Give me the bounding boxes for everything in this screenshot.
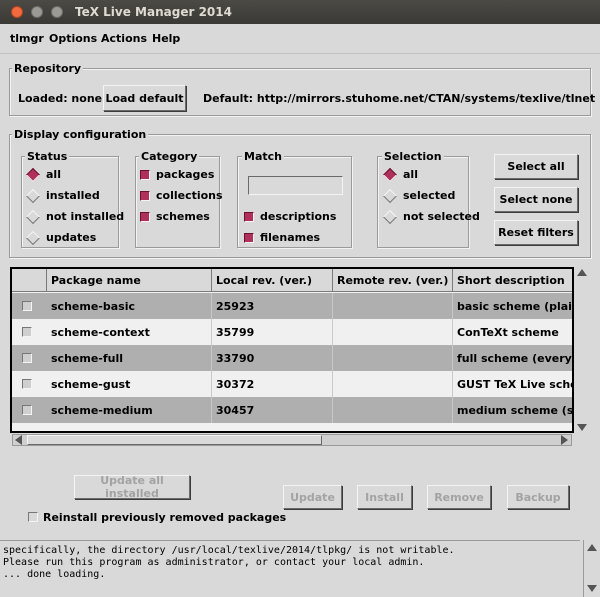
log-output[interactable]: specifically, the directory /usr/local/t… — [0, 540, 580, 597]
close-window-icon[interactable] — [11, 6, 23, 18]
status-updates-label: updates — [46, 231, 97, 244]
table-horizontal-scrollbar[interactable] — [12, 434, 572, 446]
short-description-cell: GUST TeX Live scheme — [453, 371, 572, 397]
scroll-left-arrow-icon[interactable] — [15, 435, 22, 445]
table-header-short-description[interactable]: Short description — [453, 269, 572, 292]
package-name-cell: scheme-basic — [47, 293, 212, 319]
log-line: Please run this program as administrator… — [3, 557, 425, 568]
category-packages-label: packages — [156, 168, 215, 181]
category-schemes-checkbox[interactable] — [140, 212, 150, 222]
selection-all-label: all — [403, 168, 418, 181]
display-configuration-legend: Display configuration — [12, 128, 149, 141]
minimize-window-icon[interactable] — [31, 6, 43, 18]
remote-rev-cell — [333, 371, 453, 397]
loaded-label: Loaded: none — [18, 92, 103, 105]
package-name-cell: scheme-gust — [47, 371, 212, 397]
selection-selected-label: selected — [403, 189, 456, 202]
table-header-remote-rev[interactable]: Remote rev. (ver.) — [333, 269, 453, 292]
remote-rev-cell — [333, 293, 453, 319]
remove-button[interactable]: Remove — [427, 485, 491, 509]
short-description-cell: medium scheme (small — [453, 397, 572, 423]
match-descriptions-label: descriptions — [260, 210, 337, 223]
menu-actions[interactable]: Actions — [101, 32, 147, 45]
window-title: TeX Live Manager 2014 — [75, 5, 232, 19]
package-name-cell: scheme-full — [47, 345, 212, 371]
backup-button[interactable]: Backup — [507, 485, 569, 509]
table-vertical-scrollbar[interactable] — [575, 267, 589, 433]
scroll-down-arrow-icon[interactable] — [577, 424, 587, 431]
short-description-cell: basic scheme (plain and — [453, 293, 572, 319]
row-select-checkbox[interactable] — [22, 405, 32, 415]
maximize-window-icon[interactable] — [51, 6, 63, 18]
local-rev-cell: 30457 — [212, 397, 333, 423]
status-not-installed-label: not installed — [46, 210, 125, 223]
package-name-cell: scheme-context — [47, 319, 212, 345]
category-packages-checkbox[interactable] — [140, 170, 150, 180]
match-filenames-checkbox[interactable] — [244, 233, 254, 243]
remote-rev-cell — [333, 397, 453, 423]
local-rev-cell: 25923 — [212, 293, 333, 319]
repository-legend: Repository — [12, 62, 84, 75]
row-select-checkbox[interactable] — [22, 301, 32, 311]
select-all-button[interactable]: Select all — [494, 154, 578, 179]
match-filenames-label: filenames — [260, 231, 321, 244]
table-header-package-name[interactable]: Package name — [47, 269, 212, 292]
log-vertical-scrollbar[interactable] — [583, 540, 600, 597]
install-button[interactable]: Install — [357, 485, 412, 509]
row-select-checkbox[interactable] — [22, 353, 32, 363]
category-collections-label: collections — [156, 189, 223, 202]
status-legend: Status — [25, 150, 70, 163]
status-installed-label: installed — [46, 189, 100, 202]
short-description-cell: ConTeXt scheme — [453, 319, 572, 345]
menu-options[interactable]: Options — [49, 32, 97, 45]
table-row[interactable]: scheme-basic 25923 basic scheme (plain a… — [12, 293, 572, 319]
reinstall-removed-label: Reinstall previously removed packages — [43, 511, 287, 524]
package-table: Package name Local rev. (ver.) Remote re… — [10, 267, 574, 433]
reinstall-removed-checkbox[interactable] — [28, 512, 38, 522]
remote-rev-cell — [333, 319, 453, 345]
update-all-installed-button[interactable]: Update all installed — [74, 474, 190, 500]
category-schemes-label: schemes — [156, 210, 210, 223]
category-collections-checkbox[interactable] — [140, 191, 150, 201]
log-scroll-down-arrow-icon[interactable] — [587, 585, 597, 592]
row-select-checkbox[interactable] — [22, 379, 32, 389]
local-rev-cell: 35799 — [212, 319, 333, 345]
log-scroll-up-arrow-icon[interactable] — [587, 544, 597, 551]
local-rev-cell: 33790 — [212, 345, 333, 371]
table-header-local-rev[interactable]: Local rev. (ver.) — [212, 269, 333, 292]
menu-help[interactable]: Help — [152, 32, 180, 45]
update-button[interactable]: Update — [283, 485, 342, 509]
match-search-input[interactable] — [248, 176, 343, 195]
selection-legend: Selection — [382, 150, 444, 163]
reset-filters-button[interactable]: Reset filters — [494, 220, 578, 245]
status-all-label: all — [46, 168, 61, 181]
table-row[interactable]: scheme-gust 30372 GUST TeX Live scheme — [12, 371, 572, 397]
match-legend: Match — [242, 150, 284, 163]
table-header-select[interactable] — [12, 269, 47, 292]
table-row[interactable]: scheme-full 33790 full scheme (everythin… — [12, 345, 572, 371]
remote-rev-cell — [333, 345, 453, 371]
log-line: ... done loading. — [3, 569, 106, 580]
local-rev-cell: 30372 — [212, 371, 333, 397]
scroll-up-arrow-icon[interactable] — [577, 269, 587, 276]
package-name-cell: scheme-medium — [47, 397, 212, 423]
menu-bar: tlmgr Options Actions Help — [0, 24, 600, 54]
selection-not-selected-label: not selected — [403, 210, 480, 223]
table-row[interactable]: scheme-medium 30457 medium scheme (small — [12, 397, 572, 423]
title-bar: TeX Live Manager 2014 — [0, 0, 600, 24]
scroll-right-arrow-icon[interactable] — [561, 435, 568, 445]
table-row[interactable]: scheme-context 35799 ConTeXt scheme — [12, 319, 572, 345]
log-line: specifically, the directory /usr/local/t… — [3, 545, 455, 556]
category-legend: Category — [139, 150, 200, 163]
row-select-checkbox[interactable] — [22, 327, 32, 337]
horizontal-scroll-thumb[interactable] — [27, 435, 322, 445]
short-description-cell: full scheme (everything — [453, 345, 572, 371]
load-default-button[interactable]: Load default — [103, 85, 186, 111]
select-none-button[interactable]: Select none — [494, 187, 578, 212]
default-repository-label: Default: http://mirrors.stuhome.net/CTAN… — [203, 92, 596, 105]
match-descriptions-checkbox[interactable] — [244, 212, 254, 222]
menu-tlmgr[interactable]: tlmgr — [10, 32, 44, 45]
